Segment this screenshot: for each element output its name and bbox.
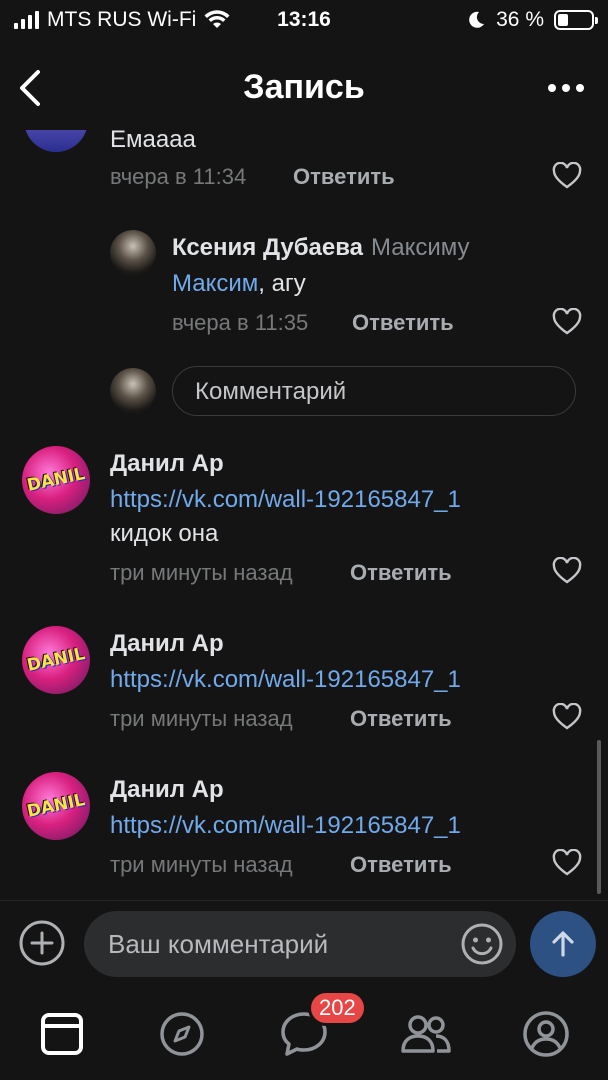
comment-text: Емаааа [110, 130, 196, 153]
status-bar: MTS RUS Wi-Fi 13:16 36 % [0, 0, 608, 40]
comment-author[interactable]: Данил Ар [110, 450, 224, 478]
tab-news-icon[interactable] [32, 1004, 92, 1064]
moon-icon [469, 11, 485, 28]
heart-icon[interactable] [552, 308, 582, 336]
reply-comment-input[interactable]: Комментарий [172, 366, 576, 416]
comment-time: три минуты назад [110, 852, 293, 877]
comment-text: Максим, агу [172, 270, 306, 298]
heart-icon[interactable] [552, 849, 582, 877]
avatar[interactable]: DANIL [22, 626, 90, 694]
comment-author[interactable]: Ксения Дубаева Максиму [172, 234, 470, 262]
avatar[interactable]: DANIL [22, 446, 90, 514]
comment-author[interactable]: Данил Ар [110, 776, 224, 804]
arrow-up-icon [552, 931, 574, 957]
reply-button[interactable]: Ответить [293, 164, 395, 190]
author-name[interactable]: Ксения Дубаева [172, 234, 363, 261]
reply-button[interactable]: Ответить [350, 852, 452, 878]
comment-time: три минуты назад [110, 560, 293, 585]
comment-text: кидок она [110, 520, 219, 547]
avatar-text: DANIL [25, 464, 87, 496]
mention-link[interactable]: Максим [172, 270, 258, 297]
comment-link[interactable]: https://vk.com/wall-192165847_1 [110, 666, 461, 694]
heart-icon[interactable] [552, 557, 582, 585]
heart-icon[interactable] [552, 162, 582, 190]
avatar [110, 368, 156, 414]
avatar-text: DANIL [25, 790, 87, 822]
comment-link[interactable]: https://vk.com/wall-192165847_1 [110, 486, 461, 514]
avatar[interactable] [24, 130, 88, 152]
tab-discover-icon[interactable] [152, 1004, 212, 1064]
tab-bar: 202 [0, 990, 608, 1080]
tab-profile-icon[interactable] [516, 1004, 576, 1064]
comment-input-placeholder: Ваш комментарий [108, 929, 329, 959]
reply-to-label[interactable]: Максиму [371, 234, 470, 261]
comment-link[interactable]: https://vk.com/wall-192165847_1 [110, 812, 461, 840]
tab-friends-icon[interactable] [396, 1004, 456, 1064]
avatar[interactable]: DANIL [22, 772, 90, 840]
avatar-text: DANIL [25, 644, 87, 676]
comment-time: три минуты назад [110, 706, 293, 731]
reply-button[interactable]: Ответить [352, 310, 454, 336]
battery-percent: 36 % [496, 8, 544, 31]
more-options-icon[interactable] [544, 74, 588, 102]
status-right: 36 % [466, 8, 598, 32]
avatar[interactable] [110, 230, 156, 276]
comment-input[interactable]: Ваш комментарий [84, 911, 516, 977]
comment-author[interactable]: Данил Ар [110, 630, 224, 658]
add-attachment-icon[interactable] [18, 919, 66, 967]
comment-time: вчера в 11:35 [172, 310, 309, 335]
scrollbar[interactable] [597, 740, 601, 894]
comment-time: вчера в 11:34 [110, 164, 247, 189]
reply-button[interactable]: Ответить [350, 560, 452, 586]
navigation-bar: Запись [0, 40, 608, 130]
emoji-icon[interactable] [460, 922, 504, 966]
heart-icon[interactable] [552, 703, 582, 731]
messages-badge: 202 [308, 990, 367, 1026]
send-button[interactable] [530, 911, 596, 977]
comment-body: , агу [258, 270, 306, 297]
battery-icon [554, 10, 598, 30]
reply-button[interactable]: Ответить [350, 706, 452, 732]
page-title: Запись [243, 68, 365, 106]
comment-composer: Ваш комментарий [0, 900, 608, 991]
comments-feed[interactable]: Емаааа вчера в 11:34 Ответить Ксения Дуб… [0, 130, 608, 900]
